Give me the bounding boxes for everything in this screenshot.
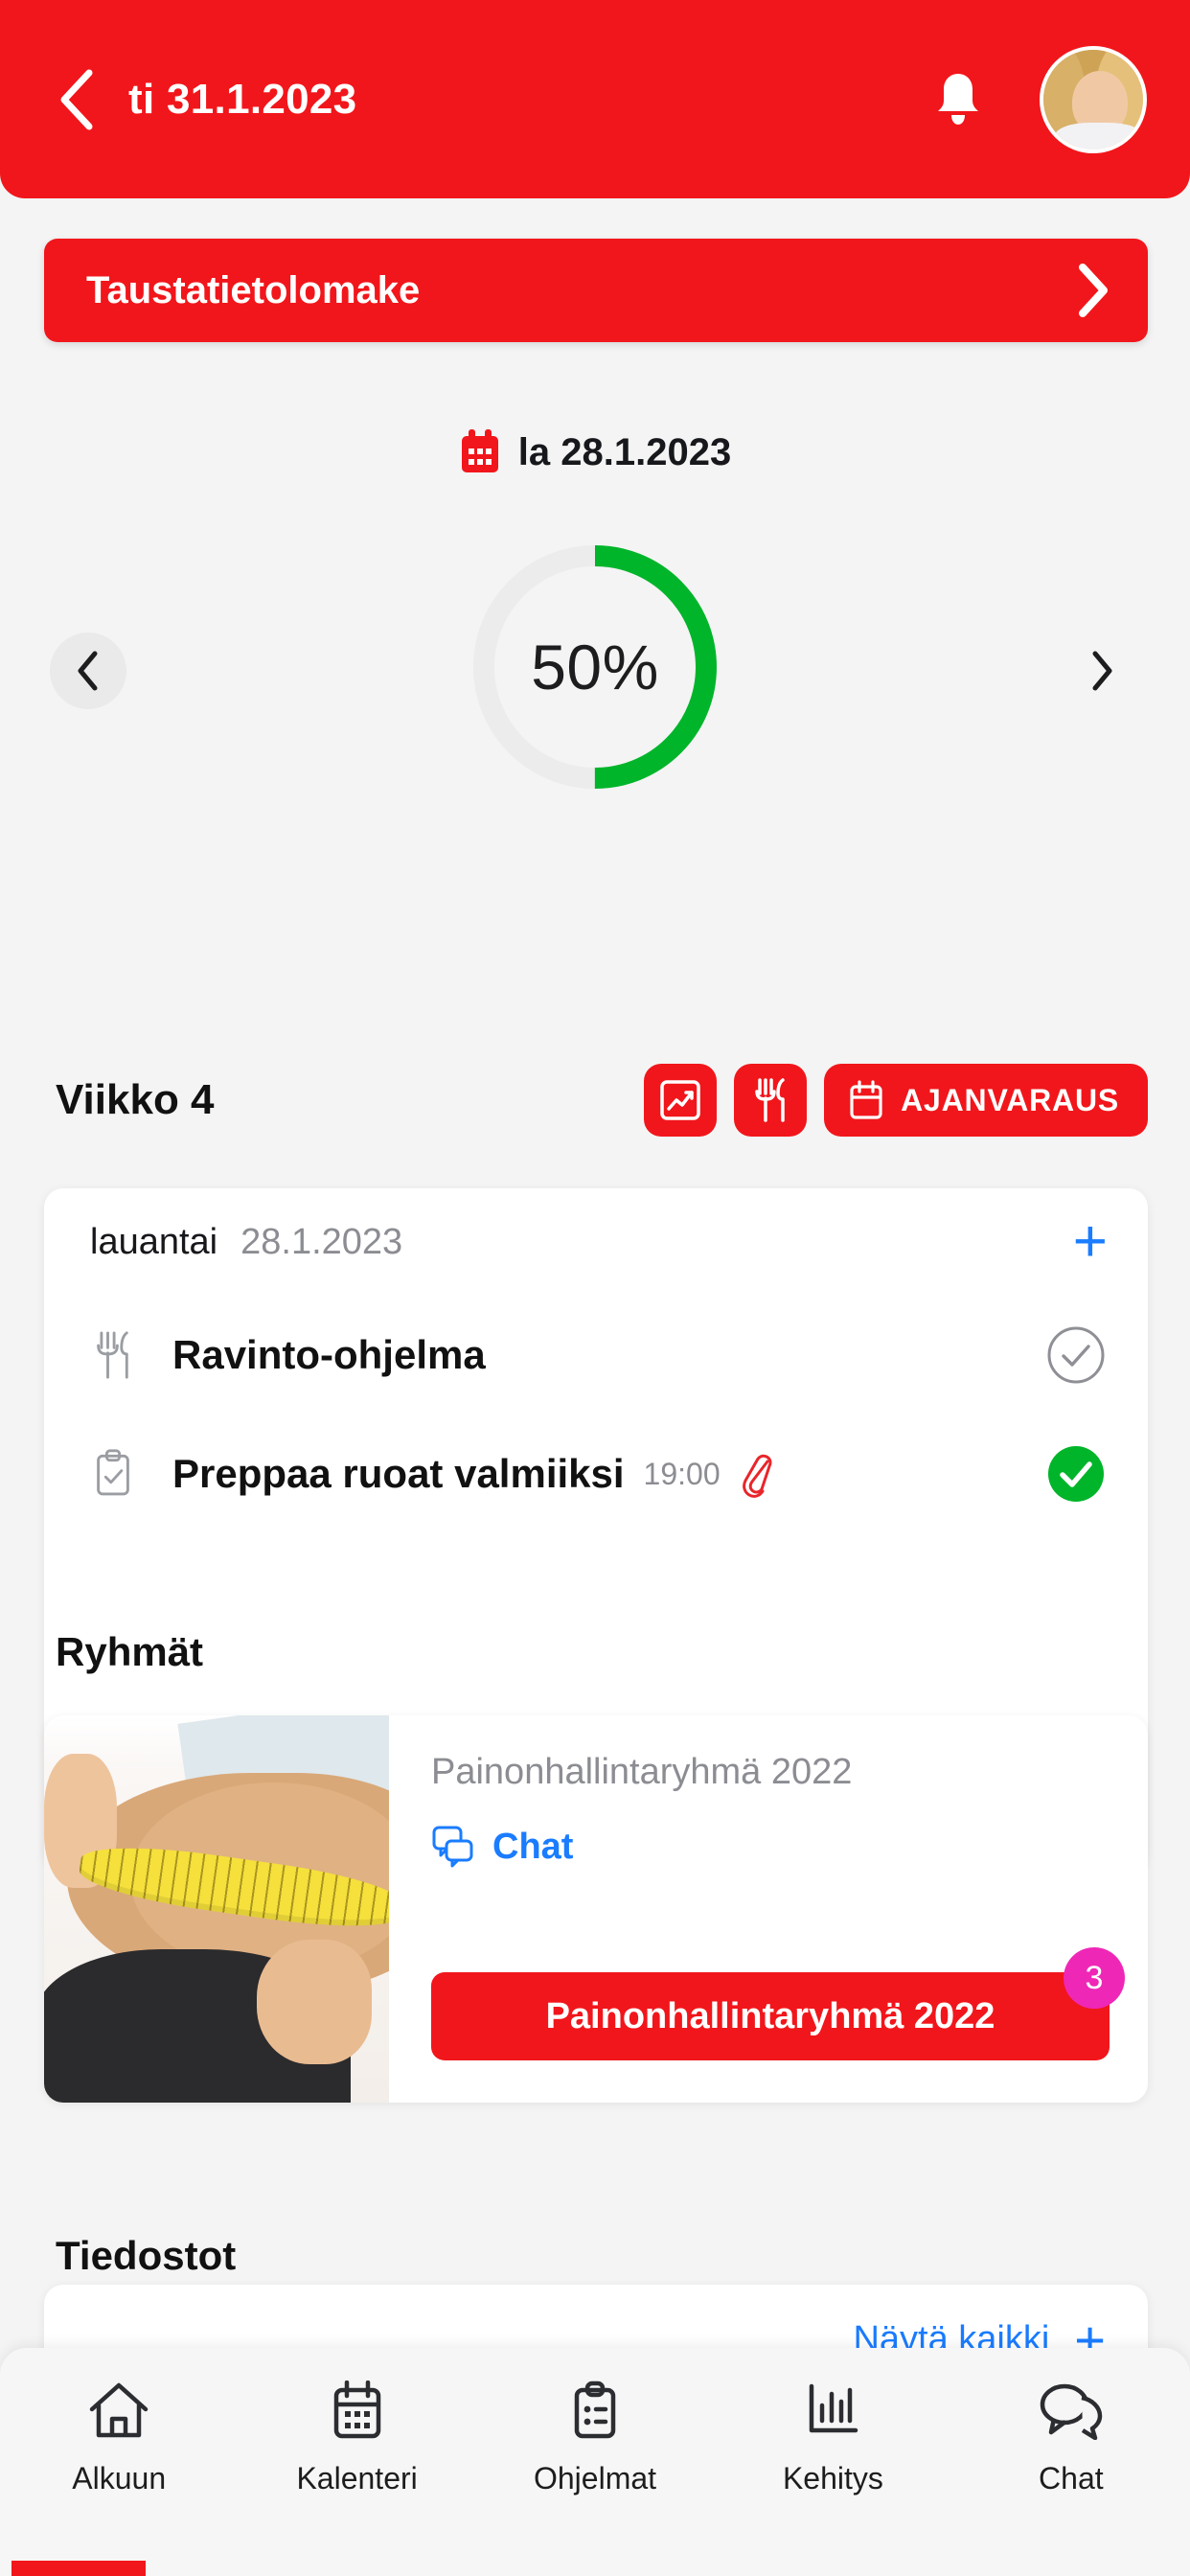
chevron-right-icon	[1092, 651, 1112, 691]
cutlery-icon	[97, 1331, 128, 1379]
avatar[interactable]	[1040, 45, 1147, 153]
app-screen: ti 31.1.2023 Taustatietolomake la 28.1.2…	[0, 0, 1190, 2576]
app-header: ti 31.1.2023	[0, 0, 1190, 198]
group-image	[44, 1715, 389, 2103]
task-title: Preppaa ruoat valmiiksi	[172, 1451, 625, 1496]
nav-label: Ohjelmat	[533, 2461, 657, 2496]
booking-label: AJANVARAUS	[901, 1082, 1119, 1117]
nav-item-ohjelmat[interactable]: Ohjelmat	[476, 2380, 714, 2496]
group-open-button-wrap: Painonhallintaryhmä 2022 3	[431, 1947, 1125, 2060]
bar-chart-icon	[810, 2383, 858, 2433]
previous-day-button[interactable]	[50, 632, 126, 709]
bottom-navigation: Alkuun Kalenteri Ohjelmat Kehitys Chat	[0, 2348, 1190, 2576]
task-day-label: lauantai	[90, 1221, 218, 1262]
notifications-button[interactable]	[925, 66, 992, 133]
nav-label: Chat	[1039, 2461, 1104, 2496]
calendar-icon	[333, 2380, 380, 2439]
progress-percent: 50%	[531, 632, 659, 702]
calendar-icon	[461, 429, 498, 472]
group-chat-label: Chat	[492, 1826, 574, 1867]
progress-chart-button[interactable]	[644, 1064, 718, 1137]
task-title: Ravinto-ohjelma	[172, 1332, 486, 1377]
clipboard-check-icon	[97, 1449, 129, 1496]
chat-bubbles-icon	[1040, 2383, 1103, 2440]
nav-item-kehitys[interactable]: Kehitys	[714, 2380, 951, 2496]
booking-button[interactable]: AJANVARAUS	[824, 1064, 1148, 1137]
group-card: Painonhallintaryhmä 2022 Chat Painonhall…	[44, 1715, 1148, 2103]
background-form-label: Taustatietolomake	[86, 268, 421, 311]
paperclip-icon	[742, 1454, 772, 1498]
group-card-body: Painonhallintaryhmä 2022 Chat Painonhall…	[389, 1715, 1148, 2103]
progress-section: 50%	[0, 545, 1190, 939]
task-complete-toggle[interactable]	[1046, 1444, 1106, 1504]
add-task-button[interactable]: +	[1073, 1212, 1108, 1272]
selected-date-row: la 28.1.2023	[0, 429, 1190, 475]
avatar-body	[1055, 122, 1143, 150]
nav-item-alkuun[interactable]: Alkuun	[0, 2380, 238, 2496]
week-label: Viikko 4	[56, 1076, 215, 1123]
task-date-label: 28.1.2023	[240, 1221, 403, 1262]
week-row: Viikko 4 AJANVARAUS	[0, 1054, 1190, 1146]
table-row[interactable]: Preppaa ruoat valmiiksi 19:00	[44, 1414, 1148, 1533]
header-actions	[925, 45, 1147, 153]
nav-item-chat[interactable]: Chat	[952, 2380, 1190, 2496]
chevron-left-icon	[78, 651, 98, 691]
task-card-header: lauantai 28.1.2023 +	[44, 1188, 1148, 1296]
files-section-title: Tiedostot	[56, 2233, 237, 2278]
table-row[interactable]: Ravinto-ohjelma	[44, 1296, 1148, 1414]
week-actions: AJANVARAUS	[644, 1064, 1148, 1137]
calendar-icon	[850, 1080, 882, 1119]
clipboard-icon	[574, 2380, 616, 2439]
check-circle-filled-icon	[1048, 1446, 1104, 1502]
task-type-icon	[92, 1330, 153, 1380]
nav-item-kalenteri[interactable]: Kalenteri	[238, 2380, 475, 2496]
task-complete-toggle[interactable]	[1046, 1325, 1106, 1385]
attachment-button[interactable]	[738, 1450, 778, 1498]
home-indicator	[11, 2561, 146, 2576]
page-title: ti 31.1.2023	[128, 75, 357, 123]
home-icon	[89, 2382, 149, 2438]
status-badge: 3	[1064, 1947, 1125, 2009]
chart-line-icon	[660, 1080, 700, 1120]
group-title: Painonhallintaryhmä 2022	[431, 1752, 853, 1792]
group-chat-link[interactable]: Chat	[431, 1826, 1110, 1868]
nutrition-button[interactable]	[734, 1064, 808, 1137]
groups-section-title: Ryhmät	[56, 1629, 204, 1674]
chevron-right-icon	[1079, 264, 1108, 317]
next-day-button[interactable]	[1064, 632, 1140, 709]
task-type-icon	[92, 1449, 153, 1499]
group-open-button[interactable]: Painonhallintaryhmä 2022	[431, 1972, 1110, 2060]
nav-label: Kalenteri	[296, 2461, 418, 2496]
nav-label: Alkuun	[72, 2461, 167, 2496]
nav-label: Kehitys	[782, 2461, 883, 2496]
chevron-left-icon	[60, 69, 93, 129]
cutlery-icon	[755, 1078, 785, 1122]
progress-ring[interactable]: 50%	[467, 539, 723, 795]
task-time: 19:00	[643, 1456, 721, 1491]
bell-icon	[938, 73, 978, 125]
selected-date-text: la 28.1.2023	[517, 430, 732, 473]
back-button[interactable]	[50, 66, 103, 133]
check-circle-outline-icon	[1047, 1326, 1105, 1384]
group-open-label: Painonhallintaryhmä 2022	[545, 1995, 995, 2036]
chat-bubbles-icon	[432, 1826, 473, 1868]
background-form-button[interactable]: Taustatietolomake	[44, 239, 1148, 342]
